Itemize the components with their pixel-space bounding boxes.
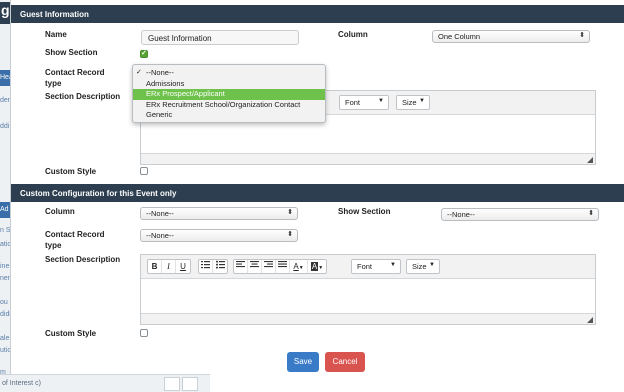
custom-show-section-select-value: --None-- <box>447 210 475 219</box>
custom-contact-record-label-line1: Contact Record <box>45 230 105 239</box>
custom-section-description-label: Section Description <box>45 255 121 264</box>
caret-down-icon: ▼ <box>318 265 324 271</box>
guest-section-header: Guest Information <box>11 5 624 23</box>
custom-contact-record-label-line2: type <box>45 241 62 250</box>
custom-contact-record-type-label: Contact Record type <box>45 229 105 251</box>
custom-custom-style-label: Custom Style <box>45 329 97 338</box>
contact-record-label-line1: Contact Record <box>45 68 105 77</box>
custom-style-label: Custom Style <box>45 167 97 176</box>
custom-column-select-value: --None-- <box>146 209 174 218</box>
cancel-button[interactable]: Cancel <box>325 352 365 372</box>
dropdown-option-highlighted[interactable]: ERx Prospect/Applicant <box>133 89 325 100</box>
resize-grip-icon[interactable] <box>587 157 593 163</box>
caret-down-icon: ▼ <box>378 98 384 104</box>
column-select-value: One Column <box>438 32 481 41</box>
dropdown-option[interactable]: Admissions <box>133 79 325 90</box>
caret-down-icon: ▼ <box>298 265 304 271</box>
contact-record-label-line2: type <box>45 79 62 88</box>
custom-show-section-label: Show Section <box>338 207 391 216</box>
custom-style-checkbox[interactable] <box>140 167 148 175</box>
select-arrows-icon: ⬍ <box>287 231 293 238</box>
list-group <box>198 259 228 274</box>
custom-font-dropdown-label: Font <box>357 262 373 271</box>
section-settings-modal: Guest Information Name Guest Information… <box>10 0 624 374</box>
background-footer: of Interest c) <box>0 374 210 392</box>
align-center-icon[interactable] <box>248 260 262 273</box>
custom-editor-statusbar <box>141 313 595 324</box>
editor-statusbar <box>141 153 595 164</box>
custom-contact-record-select-value: --None-- <box>146 231 174 240</box>
dropdown-option[interactable]: ERx Recruitment School/Organization Cont… <box>133 100 325 111</box>
caret-down-icon: ▼ <box>429 262 435 268</box>
underline-button[interactable]: U <box>176 260 190 273</box>
save-button[interactable]: Save <box>287 352 319 372</box>
custom-size-dropdown-label: Size <box>412 262 427 271</box>
select-arrows-icon: ⬍ <box>287 209 293 216</box>
custom-show-section-select[interactable]: --None-- ⬍ <box>441 208 599 221</box>
custom-column-select[interactable]: --None-- ⬍ <box>140 207 298 220</box>
resize-grip-icon[interactable] <box>587 317 593 323</box>
custom-config-header: Custom Configuration for this Event only <box>11 184 624 202</box>
background-footer-box <box>164 377 180 391</box>
background-footer-text: of Interest c) <box>2 380 41 387</box>
custom-size-dropdown[interactable]: Size ▼ <box>406 259 440 274</box>
show-section-label: Show Section <box>45 48 98 57</box>
italic-button[interactable]: I <box>162 260 176 273</box>
font-dropdown[interactable]: Font ▼ <box>339 95 389 110</box>
custom-editor-content-area[interactable] <box>141 279 595 313</box>
custom-column-label: Column <box>45 207 75 216</box>
contact-record-type-label: Contact Record type <box>45 67 105 89</box>
name-label: Name <box>45 30 67 39</box>
bold-button[interactable]: B <box>148 260 162 273</box>
caret-down-icon: ▼ <box>419 98 425 104</box>
custom-custom-style-checkbox[interactable] <box>140 329 148 337</box>
select-arrows-icon: ⬍ <box>588 210 594 217</box>
column-select[interactable]: One Column ⬍ <box>432 30 590 43</box>
custom-font-dropdown[interactable]: Font ▼ <box>351 259 401 274</box>
column-label: Column <box>338 30 368 39</box>
size-dropdown[interactable]: Size ▼ <box>396 95 430 110</box>
dropdown-option[interactable]: Generic <box>133 110 325 121</box>
unordered-list-icon[interactable] <box>213 260 227 273</box>
dropdown-option[interactable]: --None-- <box>133 68 325 79</box>
custom-editor-toolbar: B I U A▼ A▼ Font ▼ Size ▼ <box>141 255 595 279</box>
select-arrows-icon: ⬍ <box>579 32 585 39</box>
background-footer-box <box>182 377 198 391</box>
align-justify-icon[interactable] <box>276 260 290 273</box>
contact-record-type-dropdown: --None-- Admissions ERx Prospect/Applica… <box>132 64 326 123</box>
show-section-checkbox[interactable] <box>140 49 148 58</box>
custom-contact-record-type-select[interactable]: --None-- ⬍ <box>140 229 298 242</box>
align-right-icon[interactable] <box>262 260 276 273</box>
align-group: A▼ A▼ <box>233 259 327 274</box>
font-dropdown-label: Font <box>345 98 361 107</box>
align-left-icon[interactable] <box>234 260 248 273</box>
custom-section-description-editor: B I U A▼ A▼ Font ▼ Size ▼ <box>140 254 596 325</box>
name-input[interactable]: Guest Information <box>141 30 299 45</box>
ordered-list-icon[interactable] <box>199 260 213 273</box>
text-style-group: B I U <box>147 259 191 274</box>
size-dropdown-label: Size <box>402 98 417 107</box>
background-color-button[interactable]: A▼ <box>308 260 326 273</box>
font-color-button[interactable]: A▼ <box>290 260 308 273</box>
section-description-label: Section Description <box>45 92 121 101</box>
caret-down-icon: ▼ <box>390 262 396 268</box>
